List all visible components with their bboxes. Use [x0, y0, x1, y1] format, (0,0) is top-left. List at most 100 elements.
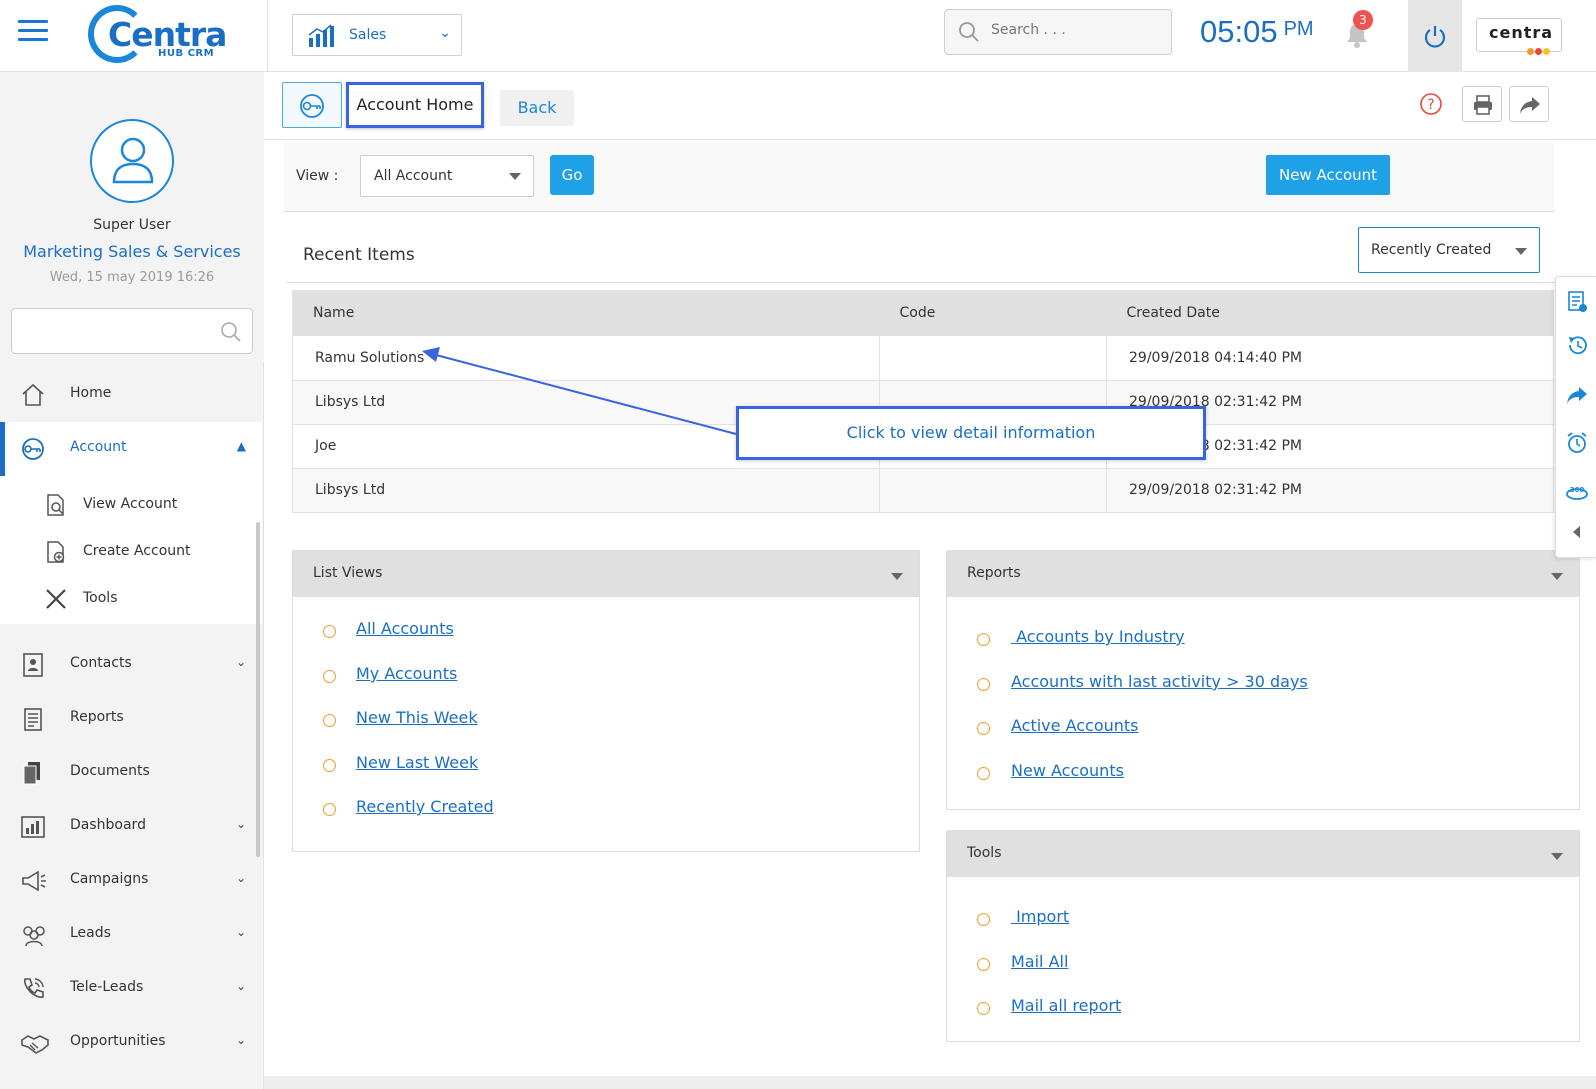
user-org: Marketing Sales & Services	[23, 242, 241, 261]
sidebar-scrollbar[interactable]	[256, 522, 260, 857]
account-created-date: 29/09/2018 02:31:42 PM	[1106, 468, 1554, 513]
key-icon	[300, 94, 324, 118]
chevron-down-icon: ⌄	[235, 979, 246, 993]
recent-items-table: Name Code Created Date Ramu Solutions 29…	[292, 290, 1554, 513]
link-accounts-last-activity[interactable]: Accounts with last activity > 30 days	[1011, 672, 1308, 691]
notification-badge: 3	[1353, 10, 1373, 30]
brand-logo: centra	[1476, 18, 1562, 55]
alarm-clock-icon[interactable]	[1566, 431, 1588, 455]
sidebar-item-tele-leads[interactable]: Tele-Leads ⌄	[0, 962, 262, 1016]
list-views-header[interactable]: List Views	[293, 551, 919, 597]
logout-button[interactable]	[1408, 0, 1462, 72]
link-mail-all-report[interactable]: Mail all report	[1011, 996, 1121, 1015]
clipboard-icon[interactable]	[1566, 289, 1588, 313]
collapse-left-icon[interactable]	[1570, 523, 1584, 541]
chevron-down-icon: ⌄	[235, 871, 246, 885]
share-icon	[1520, 97, 1540, 114]
back-button[interactable]: Back	[500, 90, 574, 126]
sidebar-item-contacts[interactable]: Contacts ⌄	[0, 638, 262, 692]
link-new-accounts[interactable]: New Accounts	[1011, 761, 1124, 780]
user-name: Super User	[93, 217, 171, 233]
subnav-view-account[interactable]: View Account	[0, 482, 262, 528]
bullet-icon	[977, 633, 990, 646]
account-name-link[interactable]: Ramu Solutions	[292, 336, 880, 381]
link-recently-created[interactable]: Recently Created	[356, 797, 494, 816]
sidebar-item-home[interactable]: Home	[0, 368, 262, 422]
sidebar-item-reports[interactable]: Reports	[0, 692, 262, 746]
chevron-down-icon: ⌄	[439, 25, 451, 41]
sort-select-value: Recently Created	[1371, 242, 1492, 258]
new-account-button[interactable]: New Account	[1266, 155, 1390, 195]
sidebar-item-dashboard[interactable]: Dashboard ⌄	[0, 800, 262, 854]
sort-select[interactable]: Recently Created	[1358, 227, 1540, 273]
home-icon	[22, 383, 44, 406]
column-header-code[interactable]: Code	[879, 290, 1107, 336]
avatar[interactable]	[90, 119, 174, 203]
column-header-name[interactable]: Name	[292, 290, 880, 336]
table-row[interactable]: Libsys Ltd 29/09/2018 02:31:42 PM	[292, 468, 1554, 513]
menu-icon[interactable]	[18, 20, 48, 44]
svg-text:360: 360	[1570, 486, 1585, 494]
module-select[interactable]: Sales ⌄	[292, 14, 462, 56]
page-toolbar: Account Home Back ?	[264, 72, 1596, 140]
bullet-icon	[977, 913, 990, 926]
column-header-created-date[interactable]: Created Date	[1106, 290, 1554, 336]
forward-icon[interactable]	[1566, 383, 1588, 407]
account-name-link[interactable]: Libsys Ltd	[292, 468, 880, 513]
callout-annotation: Click to view detail information	[736, 406, 1206, 460]
sidebar-item-leads[interactable]: Leads ⌄	[0, 908, 262, 962]
view-360-icon[interactable]: 360	[1566, 481, 1588, 505]
link-import[interactable]: Import	[1011, 907, 1069, 926]
key-icon	[22, 438, 44, 460]
sidebar-item-account[interactable]: Account ▲	[0, 422, 262, 476]
sidebar-item-label: Opportunities	[70, 1033, 166, 1049]
clock-time: 05:05	[1200, 14, 1278, 49]
power-icon	[1424, 26, 1446, 48]
sidebar-item-label: Dashboard	[70, 817, 146, 833]
sidebar-item-campaigns[interactable]: Campaigns ⌄	[0, 854, 262, 908]
bullet-icon	[977, 678, 990, 691]
sidebar-item-label: Account	[70, 439, 127, 455]
bullet-icon	[977, 722, 990, 735]
bullet-icon	[323, 759, 336, 772]
search-icon	[221, 322, 241, 342]
subnav-create-account[interactable]: Create Account	[0, 529, 262, 575]
view-select[interactable]: All Account	[360, 155, 534, 197]
link-my-accounts[interactable]: My Accounts	[356, 664, 457, 683]
history-icon[interactable]	[1566, 333, 1588, 357]
panel-title: List Views	[313, 565, 383, 581]
share-button[interactable]	[1509, 86, 1549, 122]
bullet-icon	[977, 767, 990, 780]
global-search[interactable]	[944, 9, 1172, 55]
sidebar-item-documents[interactable]: Documents	[0, 746, 262, 800]
search-icon	[959, 22, 979, 42]
link-mail-all[interactable]: Mail All	[1011, 952, 1068, 971]
recent-items-title: Recent Items	[303, 245, 415, 265]
sidebar-item-label: Home	[70, 385, 112, 401]
link-active-accounts[interactable]: Active Accounts	[1011, 716, 1139, 735]
link-new-last-week[interactable]: New Last Week	[356, 753, 478, 772]
reports-header[interactable]: Reports	[947, 551, 1579, 597]
search-input[interactable]	[991, 22, 1161, 38]
reports-icon	[24, 708, 42, 731]
bar-chart-icon	[308, 24, 334, 47]
account-subnav: View Account Create Account Tools	[0, 476, 262, 624]
table-row[interactable]: Ramu Solutions 29/09/2018 04:14:40 PM	[292, 336, 1554, 381]
sidebar-search[interactable]	[11, 308, 253, 354]
link-all-accounts[interactable]: All Accounts	[356, 619, 454, 638]
view-document-icon	[47, 494, 64, 516]
print-button[interactable]	[1462, 86, 1502, 122]
help-icon[interactable]: ?	[1419, 92, 1443, 116]
subnav-label: View Account	[83, 496, 178, 512]
tools-header[interactable]: Tools	[947, 831, 1579, 877]
subnav-tools[interactable]: Tools	[0, 576, 262, 622]
app-logo[interactable]: Centra HUB CRM	[88, 3, 228, 67]
tools-icon	[46, 589, 66, 609]
megaphone-icon	[22, 870, 46, 892]
link-accounts-by-industry[interactable]: Accounts by Industry	[1011, 627, 1185, 646]
bullet-icon	[323, 803, 336, 816]
sidebar-item-opportunities[interactable]: Opportunities ⌄	[0, 1016, 262, 1070]
account-module-button[interactable]	[282, 82, 342, 128]
link-new-this-week[interactable]: New This Week	[356, 708, 478, 727]
go-button[interactable]: Go	[550, 155, 594, 195]
